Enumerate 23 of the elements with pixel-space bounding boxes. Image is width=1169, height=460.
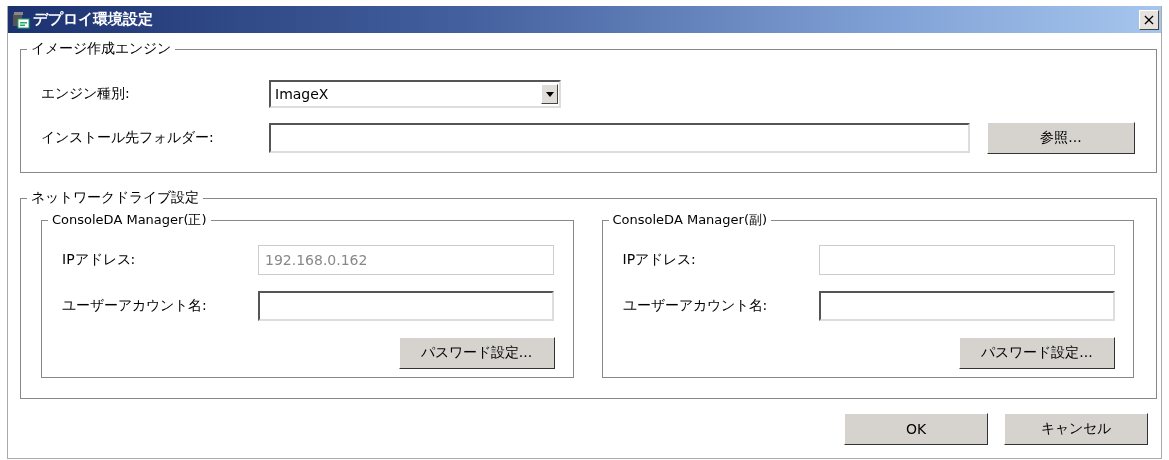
field-label: IPアドレス: xyxy=(622,251,697,269)
dropdown-value: ImageX xyxy=(275,86,329,102)
field-label: ユーザーアカウント名: xyxy=(62,297,208,315)
field-label: インストール先フォルダー: xyxy=(41,129,215,147)
password-button[interactable]: パスワード設定... xyxy=(398,337,555,369)
field-label: ユーザーアカウント名: xyxy=(622,297,769,315)
field-label: IPアドレス: xyxy=(62,251,137,269)
dropdown[interactable]: ImageX xyxy=(269,80,561,108)
group-title: ConsoleDA Manager(副) xyxy=(611,211,769,229)
close-button[interactable]: × xyxy=(1139,9,1159,30)
ok-button[interactable]: OK xyxy=(844,413,988,445)
group-title: ConsoleDA Manager(正) xyxy=(51,211,208,229)
group-title: ネットワークドライブ設定 xyxy=(30,189,200,207)
cancel-button[interactable]: キャンセル xyxy=(1004,413,1148,445)
window-title: デプロイ環境設定 xyxy=(33,10,153,29)
input-field[interactable] xyxy=(269,123,970,153)
input-field[interactable] xyxy=(258,291,554,321)
group-title: イメージ作成エンジン xyxy=(30,40,172,58)
field-label: エンジン種別: xyxy=(41,85,131,103)
password-button[interactable]: パスワード設定... xyxy=(959,337,1115,369)
browse-button[interactable]: 参照... xyxy=(987,122,1135,154)
app-icon xyxy=(12,10,30,29)
input-field[interactable] xyxy=(818,291,1115,321)
